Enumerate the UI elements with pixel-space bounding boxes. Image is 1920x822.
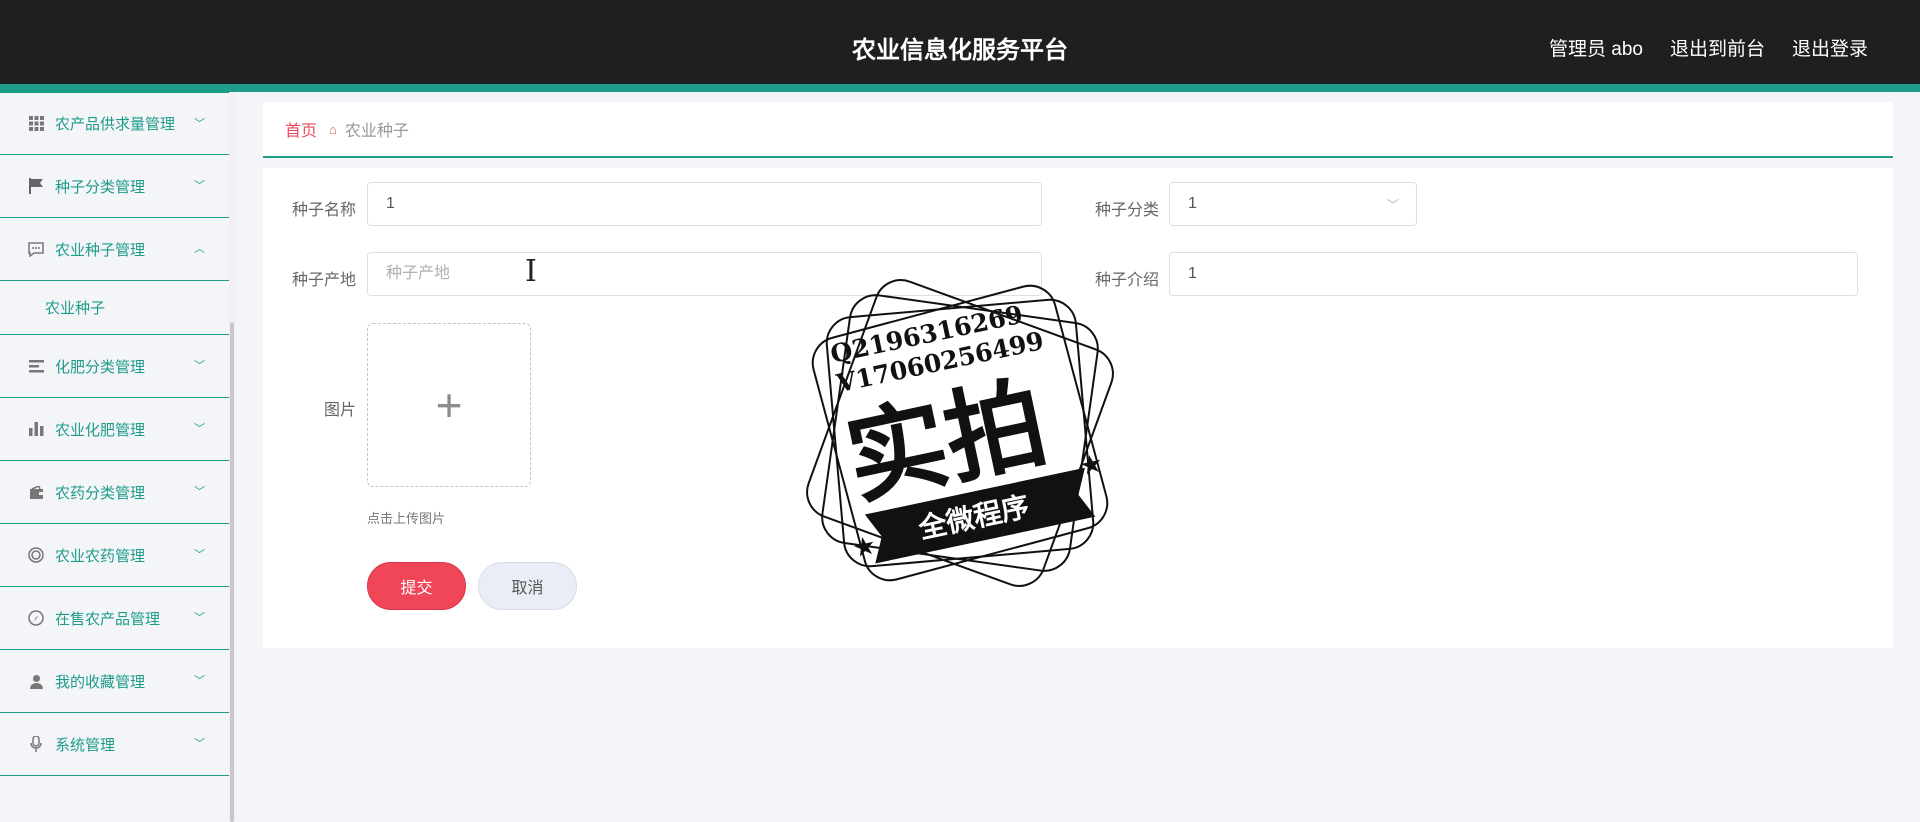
seed-name-input[interactable]: [367, 182, 1042, 226]
breadcrumb-current: 农业种子: [344, 123, 409, 140]
sidebar-item-label: 农业化肥管理: [55, 421, 146, 439]
list-icon: [28, 358, 44, 374]
breadcrumb-home[interactable]: 首页: [285, 117, 317, 141]
image-upload-box[interactable]: +: [367, 323, 531, 487]
breadcrumb: 首页 ⌂ 农业种子: [263, 102, 1893, 158]
sidebar-item-label: 在售农产品管理: [55, 610, 161, 628]
chevron-down-icon: ﹀: [194, 423, 205, 435]
sidebar-item-seed-management[interactable]: 农业种子管理 ︿: [0, 218, 229, 281]
sidebar-item-label: 化肥分类管理: [55, 358, 146, 376]
chevron-down-icon: ﹀: [194, 118, 205, 130]
cancel-button[interactable]: 取消: [478, 562, 577, 610]
upload-hint: 点击上传图片: [367, 511, 446, 526]
sidebar-item-favorites[interactable]: 我的收藏管理 ﹀: [0, 650, 229, 713]
plus-icon: +: [435, 379, 463, 431]
seed-category-select[interactable]: 1: [1169, 182, 1417, 226]
home-icon: ⌂: [329, 121, 337, 137]
header-accent-bar: [0, 84, 1920, 92]
sidebar-item-fertilizer-management[interactable]: 农业化肥管理 ﹀: [0, 398, 229, 461]
sidebar-item-label: 农业种子管理: [55, 241, 146, 259]
chevron-down-icon: ﹀: [194, 486, 205, 498]
mic-icon: [28, 736, 44, 752]
seed-category-label: 种子分类: [1094, 202, 1159, 219]
chat-icon: [28, 241, 44, 257]
sidebar-item-products-on-sale[interactable]: 在售农产品管理 ﹀: [0, 587, 229, 650]
image-label: 图片: [323, 402, 356, 419]
chevron-down-icon: ﹀: [194, 612, 205, 624]
header-actions: 管理员 abo 退出到前台 退出登录: [1549, 34, 1868, 61]
top-header: 农业信息化服务平台 管理员 abo 退出到前台 退出登录: [0, 0, 1920, 92]
seed-category-value: 1: [1188, 195, 1197, 212]
chevron-down-icon: ﹀: [194, 738, 205, 750]
sidebar-item-pesticide-category[interactable]: 农药分类管理 ﹀: [0, 461, 229, 524]
compass-icon: [28, 610, 44, 626]
chevron-down-icon: ﹀: [194, 675, 205, 687]
flag-icon: [28, 178, 44, 194]
ring-icon: [28, 547, 44, 563]
chevron-up-icon: ︿: [194, 243, 205, 255]
sidebar-item-seed-category[interactable]: 种子分类管理 ﹀: [0, 155, 229, 218]
sidebar-scrollbar[interactable]: [230, 322, 234, 822]
text-cursor-icon: I: [525, 254, 537, 289]
submit-button[interactable]: 提交: [367, 562, 466, 610]
chevron-down-icon: ﹀: [194, 360, 205, 372]
grid-icon: [28, 116, 44, 132]
sidebar-item-label: 我的收藏管理: [55, 673, 146, 691]
sidebar-item-label: 系统管理: [55, 736, 116, 754]
watermark-stamp: Q2196316269 V17060256499 实拍 全微程序 ★ ★: [806, 279, 1114, 587]
seed-intro-input[interactable]: [1169, 252, 1858, 296]
seed-origin-label: 种子产地: [291, 272, 356, 289]
chevron-down-icon: ﹀: [1387, 198, 1400, 212]
sidebar-item-label: 种子分类管理: [55, 178, 146, 196]
wallet-icon: [28, 484, 44, 500]
user-icon: [28, 673, 44, 689]
sidebar-item-label: 农业农药管理: [55, 547, 146, 565]
sidebar-item-pesticide-management[interactable]: 农业农药管理 ﹀: [0, 524, 229, 587]
admin-user-label[interactable]: 管理员 abo: [1549, 34, 1643, 61]
bar-chart-icon: [28, 421, 44, 437]
sidebar-item-fertilizer-category[interactable]: 化肥分类管理 ﹀: [0, 335, 229, 398]
sidebar-item-supply-demand[interactable]: 农产品供求量管理 ﹀: [0, 92, 229, 155]
chevron-down-icon: ﹀: [194, 180, 205, 192]
sidebar-item-label: 农产品供求量管理: [55, 116, 176, 133]
exit-to-front-link[interactable]: 退出到前台: [1670, 34, 1765, 61]
sidebar-item-label: 农药分类管理: [55, 484, 146, 502]
sidebar: 农产品供求量管理 ﹀ 种子分类管理 ﹀ 农业种子管理 ︿ 农业种子 化肥分类管理…: [0, 92, 235, 822]
star-icon: ★: [1077, 447, 1106, 481]
sidebar-subitem-seeds[interactable]: 农业种子: [0, 281, 229, 335]
chevron-down-icon: ﹀: [194, 549, 205, 561]
seed-name-label: 种子名称: [291, 202, 356, 219]
sidebar-item-system[interactable]: 系统管理 ﹀: [0, 713, 229, 776]
logout-link[interactable]: 退出登录: [1792, 34, 1868, 61]
